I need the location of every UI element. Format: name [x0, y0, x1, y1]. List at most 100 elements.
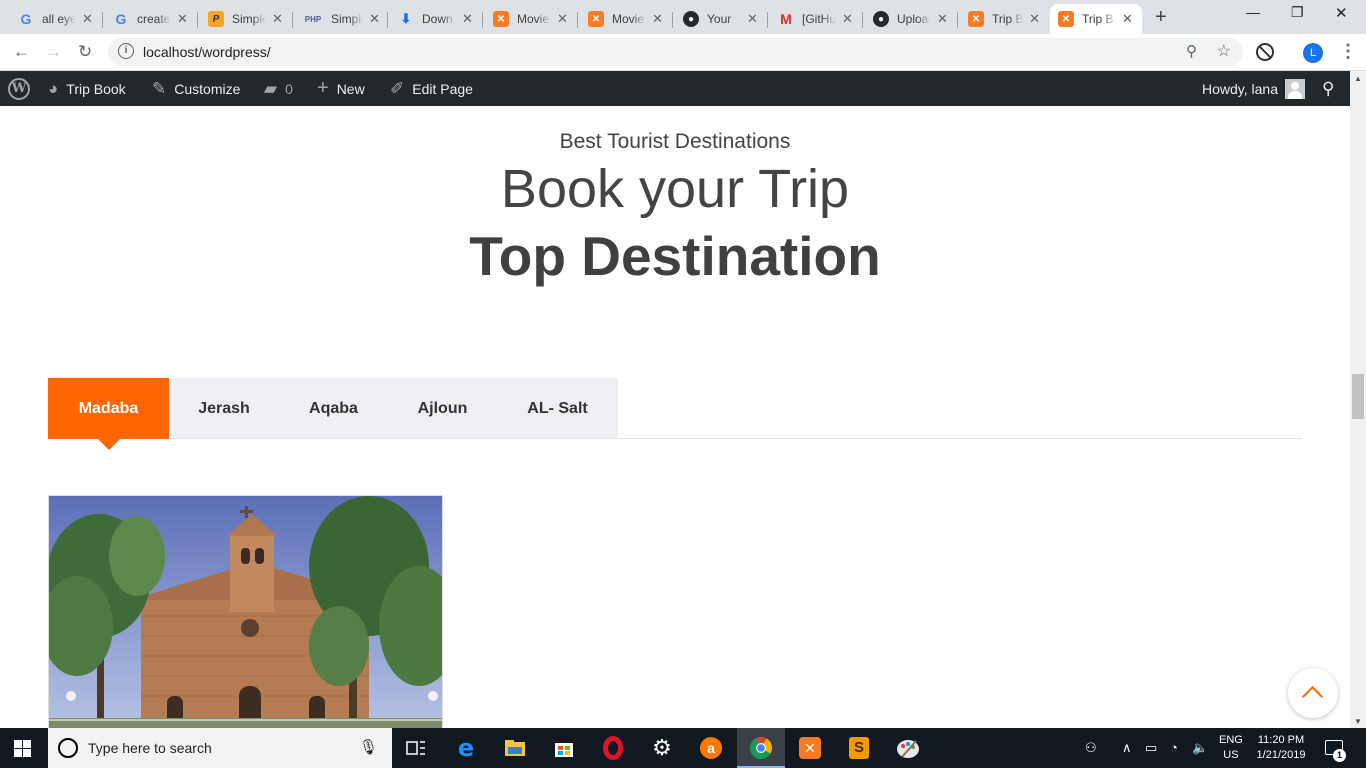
- close-tab-icon[interactable]: ✕: [1122, 11, 1133, 27]
- user-avatar: [1285, 78, 1306, 99]
- xampp-icon: ✕: [588, 11, 604, 27]
- tab-title: create: [137, 12, 171, 26]
- settings-gear-icon[interactable]: ⚙: [638, 728, 686, 768]
- tab-madaba[interactable]: Madaba: [48, 378, 169, 450]
- close-tab-icon[interactable]: ✕: [177, 11, 188, 27]
- browser-tab[interactable]: G all eyes ✕: [10, 4, 103, 34]
- avast-icon[interactable]: a: [687, 728, 735, 768]
- blocker-extension-icon[interactable]: [1256, 43, 1274, 61]
- edge-browser-icon[interactable]: e: [442, 728, 490, 768]
- browser-tab[interactable]: ✕ Trip B ✕: [960, 4, 1048, 34]
- zoom-icon[interactable]: ⚲: [1186, 42, 1197, 60]
- site-info-icon[interactable]: i: [118, 43, 134, 59]
- new-content-menu[interactable]: + New: [317, 71, 365, 106]
- page-scrollbar[interactable]: ▲ ▼: [1350, 71, 1366, 728]
- tab-jerash[interactable]: Jerash: [169, 378, 279, 439]
- tab-title: Upload: [897, 12, 931, 26]
- store-icon[interactable]: [540, 728, 588, 768]
- admin-search[interactable]: ⚲: [1322, 71, 1334, 106]
- close-tab-icon[interactable]: ✕: [652, 11, 663, 27]
- region-code: US: [1223, 749, 1239, 761]
- customize-menu[interactable]: ✎ Customize: [152, 71, 240, 106]
- browser-tab[interactable]: ✕ Movie ✕: [580, 4, 673, 34]
- forward-icon[interactable]: →: [45, 42, 62, 62]
- pencil-icon: ✐: [390, 78, 405, 98]
- my-account-menu[interactable]: Howdy, lana: [1202, 71, 1306, 106]
- chrome-icon[interactable]: [737, 728, 785, 768]
- clock-time: 11:20 PM: [1257, 734, 1305, 746]
- close-tab-icon[interactable]: ✕: [937, 11, 948, 27]
- browser-menu-icon[interactable]: ⋮: [1339, 41, 1357, 62]
- close-tab-icon[interactable]: ✕: [272, 11, 283, 27]
- scroll-down-arrow-icon[interactable]: ▼: [1354, 717, 1362, 726]
- battery-icon[interactable]: ▭: [1145, 740, 1157, 756]
- google-icon: G: [20, 11, 32, 27]
- close-window-icon[interactable]: ✕: [1335, 4, 1348, 22]
- wp-admin-bar: W ◕ Trip Book ✎ Customize ▰ 0 + New ✐ Ed…: [0, 71, 1350, 106]
- close-tab-icon[interactable]: ✕: [369, 11, 380, 27]
- browser-tab[interactable]: ● Your ✕: [675, 4, 768, 34]
- wifi-icon[interactable]: ◔: [1170, 740, 1178, 755]
- wordpress-logo-icon: W: [8, 77, 30, 100]
- section-title: Book your Trip: [500, 159, 850, 219]
- reload-icon[interactable]: ↻: [78, 42, 92, 62]
- download-icon: ⬇: [400, 11, 412, 26]
- url-text[interactable]: localhost/wordpress/: [143, 44, 271, 60]
- close-tab-icon[interactable]: ✕: [462, 11, 473, 27]
- scrollbar-thumb[interactable]: [1352, 374, 1364, 419]
- close-tab-icon[interactable]: ✕: [747, 11, 758, 27]
- scroll-to-top-button[interactable]: [1288, 668, 1338, 718]
- language-code: ENG: [1219, 734, 1243, 746]
- tab-aqaba[interactable]: Aqaba: [279, 378, 388, 439]
- people-icon[interactable]: ⚇: [1085, 740, 1097, 756]
- comments-count: 0: [285, 80, 293, 97]
- close-tab-icon[interactable]: ✕: [1029, 11, 1040, 27]
- browser-tab-active[interactable]: ✕ Trip B ✕: [1050, 4, 1142, 34]
- browser-tab[interactable]: M [GitHub ✕: [770, 4, 863, 34]
- edit-page-label: Edit Page: [412, 80, 473, 97]
- browser-tab[interactable]: PHP Simple ✕: [295, 4, 388, 34]
- tab-label: Aqaba: [309, 399, 358, 417]
- browser-tab[interactable]: G create ✕: [105, 4, 198, 34]
- paint-icon[interactable]: [884, 728, 932, 768]
- scroll-up-arrow-icon[interactable]: ▲: [1354, 74, 1362, 83]
- site-name-label: Trip Book: [66, 80, 126, 97]
- comments-menu[interactable]: ▰ 0: [264, 71, 293, 106]
- back-icon[interactable]: ←: [13, 42, 30, 62]
- file-explorer-icon[interactable]: [491, 728, 539, 768]
- bookmark-star-icon[interactable]: ☆: [1217, 41, 1231, 61]
- xampp-icon[interactable]: ✕: [786, 728, 834, 768]
- destination-image[interactable]: [48, 495, 443, 728]
- tab-ajloun[interactable]: Ajloun: [388, 378, 497, 439]
- close-tab-icon[interactable]: ✕: [557, 11, 568, 27]
- new-tab-icon[interactable]: +: [1155, 6, 1167, 29]
- browser-tab[interactable]: ✕ Movie ✕: [485, 4, 578, 34]
- opera-icon[interactable]: [589, 728, 637, 768]
- task-view-icon[interactable]: [392, 728, 440, 768]
- close-tab-icon[interactable]: ✕: [842, 11, 853, 27]
- wp-logo-menu[interactable]: W: [8, 71, 30, 106]
- chevron-up-icon[interactable]: ∧: [1122, 740, 1132, 756]
- restore-icon[interactable]: ❐: [1291, 4, 1304, 21]
- system-clock[interactable]: 11:20 PM 1/21/2019: [1253, 733, 1309, 763]
- browser-tab[interactable]: ● Upload ✕: [865, 4, 958, 34]
- browser-tab[interactable]: P Simple ✕: [200, 4, 293, 34]
- address-bar[interactable]: i localhost/wordpress/ ⚲ ☆: [108, 38, 1243, 66]
- close-tab-icon[interactable]: ✕: [82, 11, 93, 27]
- profile-avatar[interactable]: L: [1303, 43, 1323, 63]
- tab-al-salt[interactable]: AL- Salt: [497, 378, 618, 439]
- taskbar-search-box[interactable]: Type here to search 🎙: [48, 728, 392, 768]
- edit-page-menu[interactable]: ✐ Edit Page: [390, 71, 473, 106]
- microphone-icon[interactable]: 🎙: [359, 738, 378, 756]
- site-name-menu[interactable]: ◕ Trip Book: [48, 71, 126, 106]
- volume-muted-icon[interactable]: 🔈: [1192, 740, 1208, 756]
- tab-title: Your: [707, 12, 732, 26]
- minimize-icon[interactable]: —: [1246, 4, 1260, 20]
- browser-tab[interactable]: ⬇ Down ✕: [390, 4, 483, 34]
- tab-label: Ajloun: [417, 399, 468, 417]
- sublime-text-icon[interactable]: S: [835, 728, 883, 768]
- howdy-label: Howdy, lana: [1202, 80, 1279, 97]
- gmail-icon: M: [780, 11, 792, 27]
- start-windows-icon[interactable]: [14, 740, 31, 757]
- input-language[interactable]: ENG US: [1219, 733, 1243, 763]
